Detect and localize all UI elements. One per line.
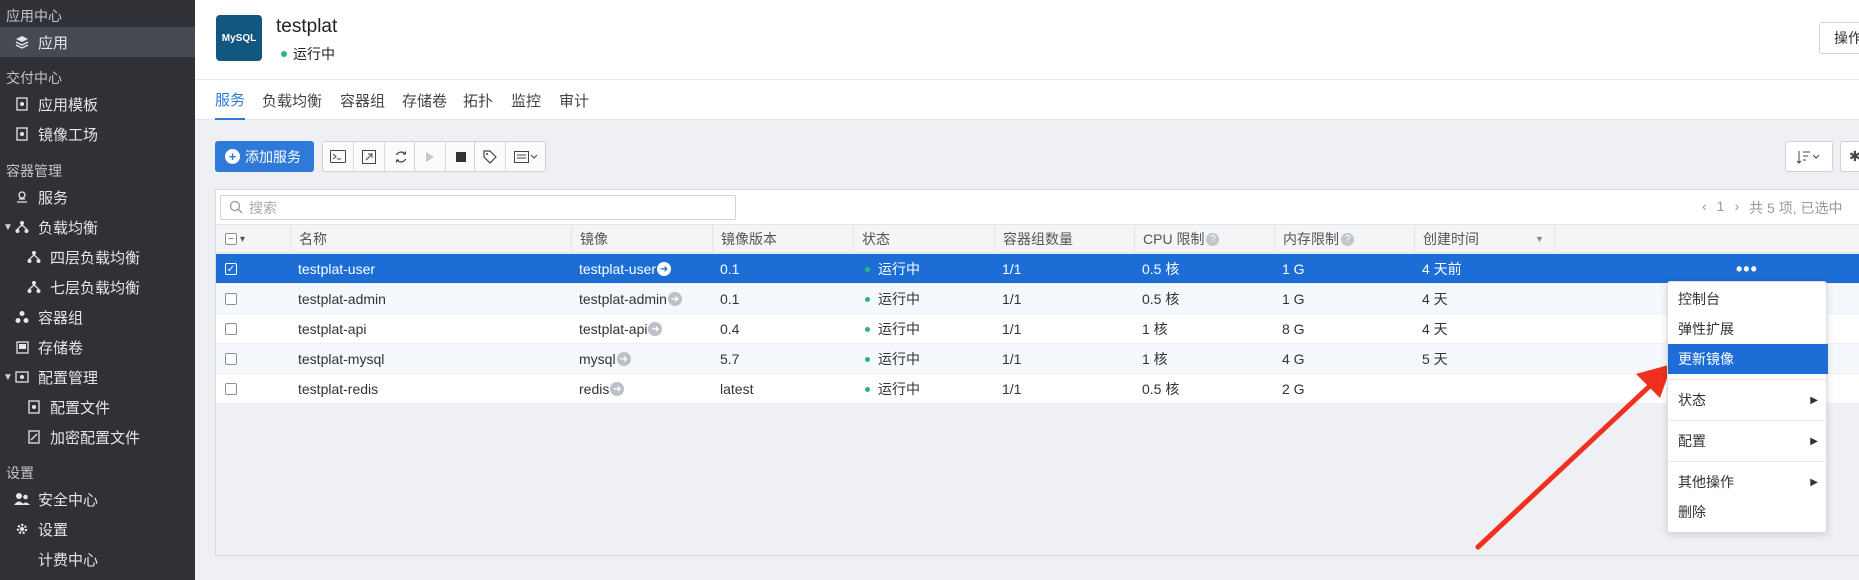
menu-item-config[interactable]: 配置 ▶ (1668, 426, 1828, 456)
menu-item-status-label: 状态 (1678, 392, 1706, 408)
menu-item-status[interactable]: 状态 ▶ (1668, 385, 1828, 415)
menu-divider (1668, 379, 1828, 380)
submenu-arrow-icon: ▶ (1810, 394, 1818, 406)
menu-item-other-actions[interactable]: 其他操作 ▶ (1668, 467, 1828, 497)
submenu-arrow-icon: ▶ (1810, 476, 1818, 488)
menu-divider (1668, 461, 1828, 462)
submenu-arrow-icon: ▶ (1810, 435, 1818, 447)
annotation-arrow (1475, 364, 1672, 550)
menu-item-other-actions-label: 其他操作 (1678, 474, 1734, 490)
menu-item-update-image[interactable]: 更新镜像 (1668, 344, 1828, 374)
menu-item-scale[interactable]: 弹性扩展 (1668, 314, 1828, 344)
menu-item-config-label: 配置 (1678, 433, 1706, 449)
menu-divider (1668, 420, 1828, 421)
row-context-menu: 控制台 弹性扩展 更新镜像 状态 ▶ 配置 ▶ 其他操作 ▶ 删除 (1667, 281, 1828, 533)
menu-item-delete[interactable]: 删除 (1668, 497, 1828, 527)
menu-item-console[interactable]: 控制台 (1668, 284, 1828, 314)
